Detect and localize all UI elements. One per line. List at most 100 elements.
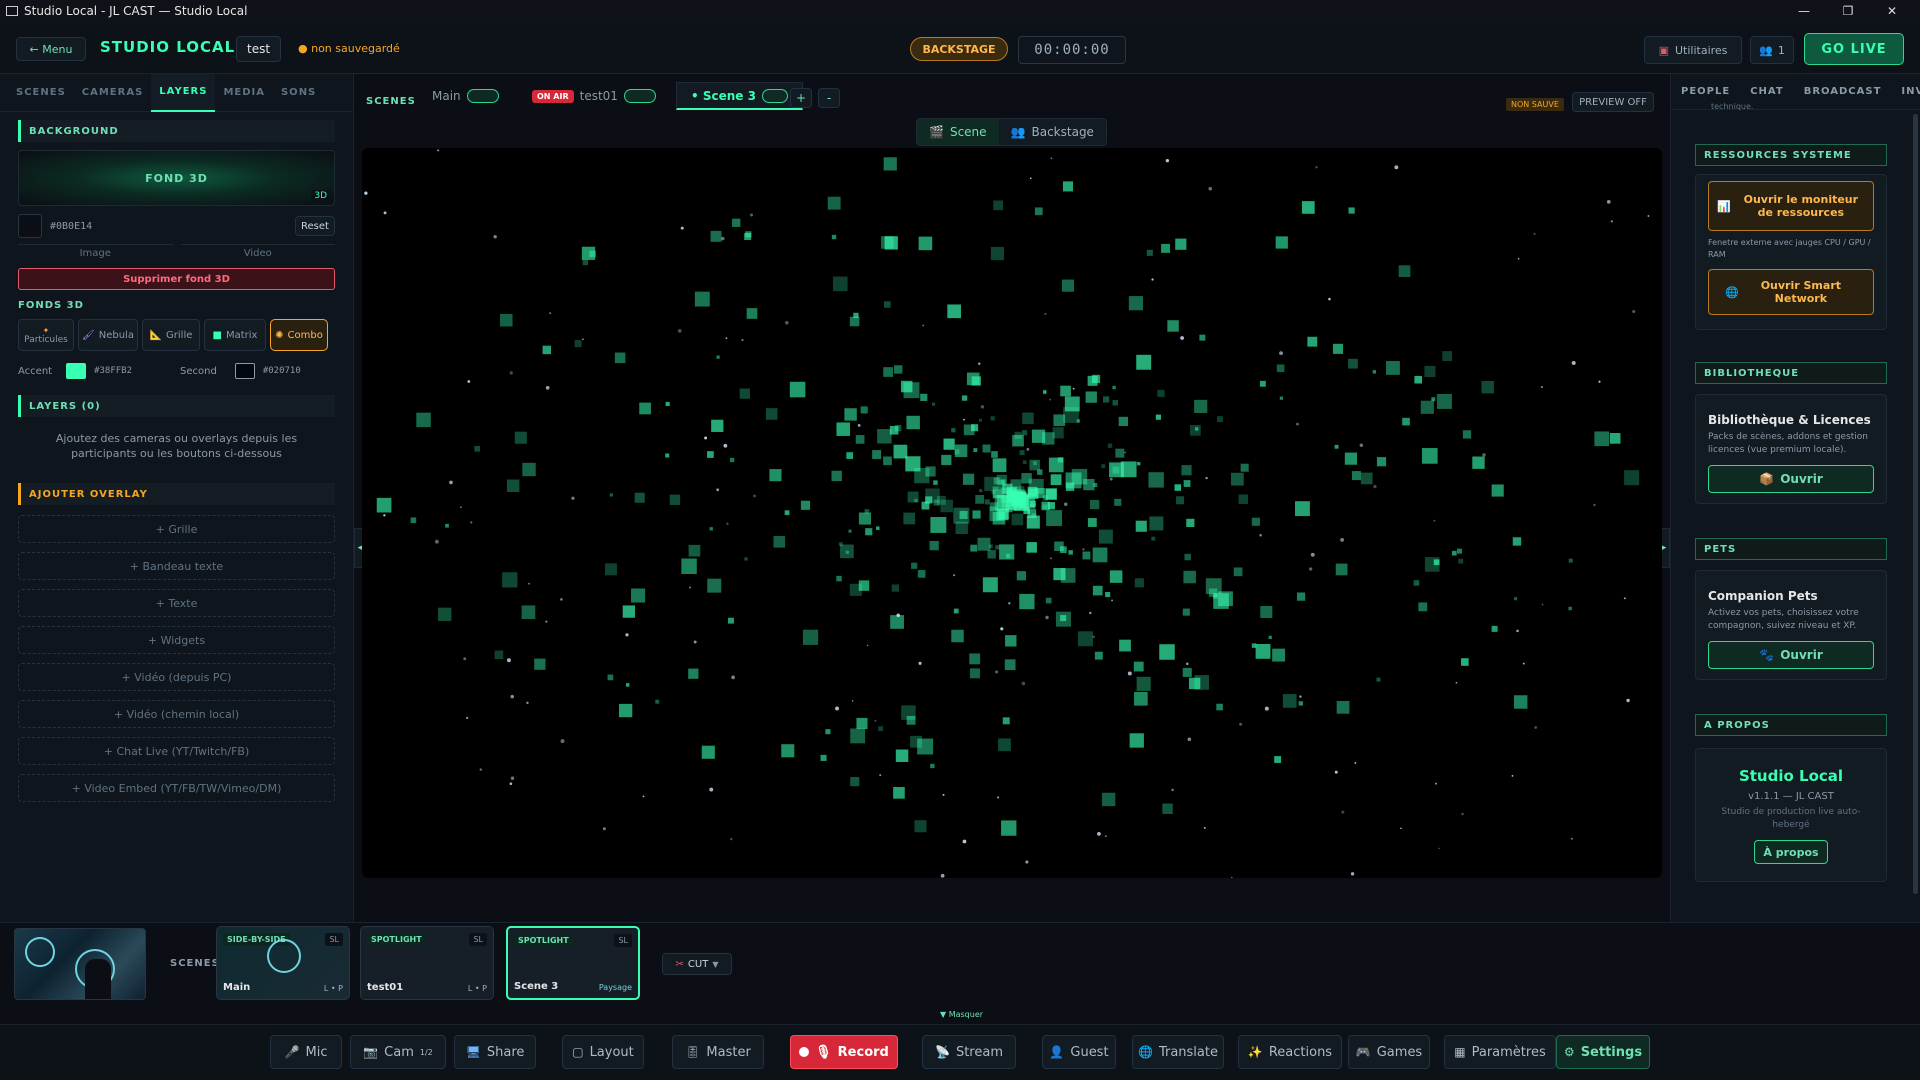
toggle-scene[interactable]: 🎬 Scene xyxy=(917,119,999,145)
go-live-button[interactable]: GO LIVE xyxy=(1804,33,1904,65)
overlay-chat-live[interactable]: + Chat Live (YT/Twitch/FB) xyxy=(18,737,335,765)
fond-combo[interactable]: ✺ Combo xyxy=(270,319,328,351)
scene-card-scene3[interactable]: SPOTLIGHT SL Scene 3 Paysage xyxy=(506,926,640,1000)
scrollbar-thumb[interactable] xyxy=(1913,114,1918,894)
cam-label: Cam xyxy=(384,1044,414,1060)
scene-card-test01[interactable]: SPOTLIGHT SL test01 L • P xyxy=(360,926,494,1000)
tab-broadcast[interactable]: BROADCAST xyxy=(1794,86,1892,97)
overlay-grille[interactable]: + Grille xyxy=(18,515,335,543)
share-button[interactable]: 🖥 Share xyxy=(454,1035,536,1069)
tab-chat[interactable]: CHAT xyxy=(1740,86,1794,97)
cut-button[interactable]: ✂ CUT ▼ xyxy=(662,953,732,975)
particle xyxy=(789,381,806,398)
stream-button[interactable]: 📡 Stream xyxy=(922,1035,1016,1069)
overlay-video-local[interactable]: + Vidéo (chemin local) xyxy=(18,700,335,728)
utilities-button[interactable]: ▣ Utilitaires xyxy=(1644,36,1742,64)
overlay-widgets[interactable]: + Widgets xyxy=(18,626,335,654)
master-button[interactable]: 🎚 Master xyxy=(672,1035,764,1069)
guest-button[interactable]: 👤 Guest xyxy=(1042,1035,1116,1069)
scene-tab-test01[interactable]: ON AIR test01 xyxy=(532,86,656,106)
ruler-icon: 📐 xyxy=(149,329,163,341)
star-dot xyxy=(1082,548,1085,551)
particle xyxy=(1181,465,1192,476)
second-hex[interactable]: #020710 xyxy=(263,366,301,376)
layout-button[interactable]: ▢ Layout xyxy=(562,1035,644,1069)
close-icon[interactable]: ✕ xyxy=(1872,0,1912,22)
toggle-scene-label: Scene xyxy=(949,125,987,139)
library-desc: Packs de scènes, addons et gestion licen… xyxy=(1708,432,1868,455)
video-button[interactable]: Video xyxy=(180,244,335,262)
people-count-button[interactable]: 👥 1 xyxy=(1750,36,1794,64)
remove-3d-button[interactable]: Supprimer fond 3D xyxy=(18,268,335,290)
bg-color-hex[interactable]: #0B0E14 xyxy=(50,221,92,232)
library-open-button[interactable]: 📦 Ouvrir xyxy=(1708,465,1874,493)
bg-color-swatch[interactable] xyxy=(18,214,42,238)
overlay-video-pc[interactable]: + Vidéo (depuis PC) xyxy=(18,663,335,691)
games-button[interactable]: 🎮 Games xyxy=(1348,1035,1430,1069)
particle xyxy=(832,276,848,292)
fond-particules[interactable]: ✦ Particules xyxy=(18,319,74,351)
pets-open-label: Ouvrir xyxy=(1780,648,1823,662)
background-preview[interactable]: FOND 3D 3D xyxy=(18,150,335,206)
cam-button[interactable]: 📷 Cam 1/2 xyxy=(350,1035,446,1069)
menu-button[interactable]: ← Menu xyxy=(16,37,86,61)
particle xyxy=(1161,243,1171,253)
tab-layers[interactable]: LAYERS xyxy=(151,73,216,112)
scrollbar-track[interactable] xyxy=(1913,114,1918,894)
overlay-texte[interactable]: + Texte xyxy=(18,589,335,617)
toggle-icon[interactable] xyxy=(761,88,788,103)
camera-thumbnail[interactable] xyxy=(14,928,146,1000)
second-swatch[interactable] xyxy=(234,363,255,379)
tab-media[interactable]: MEDIA xyxy=(215,74,273,112)
maximize-icon[interactable]: ❐ xyxy=(1828,0,1868,22)
add-scene-button[interactable]: + xyxy=(790,88,812,108)
parametres-button[interactable]: ▦ Paramètres xyxy=(1444,1035,1556,1069)
mic-button[interactable]: 🎤 Mic xyxy=(270,1035,342,1069)
particle xyxy=(883,367,893,377)
fond-grille[interactable]: 📐 Grille xyxy=(142,319,200,351)
particle xyxy=(1091,374,1101,384)
reset-button[interactable]: Reset xyxy=(295,216,335,236)
backstage-badge[interactable]: BACKSTAGE xyxy=(910,37,1008,61)
star-dot xyxy=(1111,599,1113,602)
image-button[interactable]: Image xyxy=(18,244,173,262)
minimize-icon[interactable]: — xyxy=(1784,0,1824,22)
fond-matrix[interactable]: ■ Matrix xyxy=(204,319,266,351)
scene-tab-main[interactable]: Main xyxy=(432,86,499,106)
toggle-icon[interactable] xyxy=(623,89,656,103)
translate-button[interactable]: 🌐 Translate xyxy=(1132,1035,1224,1069)
view-toggle: 🎬 Scene 👥 Backstage xyxy=(916,118,1107,146)
particle xyxy=(1424,557,1440,572)
about-button[interactable]: À propos xyxy=(1754,840,1828,864)
remove-scene-button[interactable]: - xyxy=(818,88,840,108)
overlay-bandeau[interactable]: + Bandeau texte xyxy=(18,552,335,580)
overlay-video-embed[interactable]: + Video Embed (YT/FB/TW/Vimeo/DM) xyxy=(18,774,335,802)
accent-swatch[interactable] xyxy=(66,363,87,379)
toggle-backstage[interactable]: 👥 Backstage xyxy=(998,119,1106,145)
fond-nebula[interactable]: 🖌 Nebula xyxy=(78,319,138,351)
particle xyxy=(1259,380,1266,387)
project-name[interactable]: test xyxy=(236,36,282,62)
star-dot xyxy=(1626,698,1630,703)
preview-off-button[interactable]: PREVIEW OFF xyxy=(1572,92,1654,112)
settings-button[interactable]: ⚙ Settings xyxy=(1556,1035,1650,1069)
hide-strip-button[interactable]: ▼ Masquer xyxy=(940,1010,983,1019)
preview-stage[interactable] xyxy=(362,148,1662,878)
tab-scenes[interactable]: SCENES xyxy=(8,74,74,112)
scene-tab-scene3[interactable]: • Scene 3 xyxy=(676,82,803,110)
particle xyxy=(1112,385,1116,390)
pets-open-button[interactable]: 🐾 Ouvrir xyxy=(1708,641,1874,669)
scene-card-main[interactable]: SIDE-BY-SIDE SL Main L • P xyxy=(216,926,350,1000)
tab-cameras[interactable]: CAMERAS xyxy=(74,74,152,112)
tab-invit[interactable]: INVIT xyxy=(1891,86,1920,97)
open-monitor-button[interactable]: 📊 Ouvrir le moniteur de ressources xyxy=(1708,181,1874,231)
accent-hex[interactable]: #38FFB2 xyxy=(94,366,132,376)
reactions-button[interactable]: ✨ Reactions xyxy=(1238,1035,1342,1069)
star-dot xyxy=(1072,387,1075,390)
open-smart-network-button[interactable]: 🌐 Ouvrir Smart Network xyxy=(1708,269,1874,315)
tab-sons[interactable]: SONS xyxy=(273,74,324,112)
record-button[interactable]: 🎙 Record xyxy=(790,1035,898,1069)
toggle-icon[interactable] xyxy=(466,89,499,103)
particle xyxy=(991,451,998,458)
tab-people[interactable]: PEOPLE xyxy=(1671,86,1740,97)
